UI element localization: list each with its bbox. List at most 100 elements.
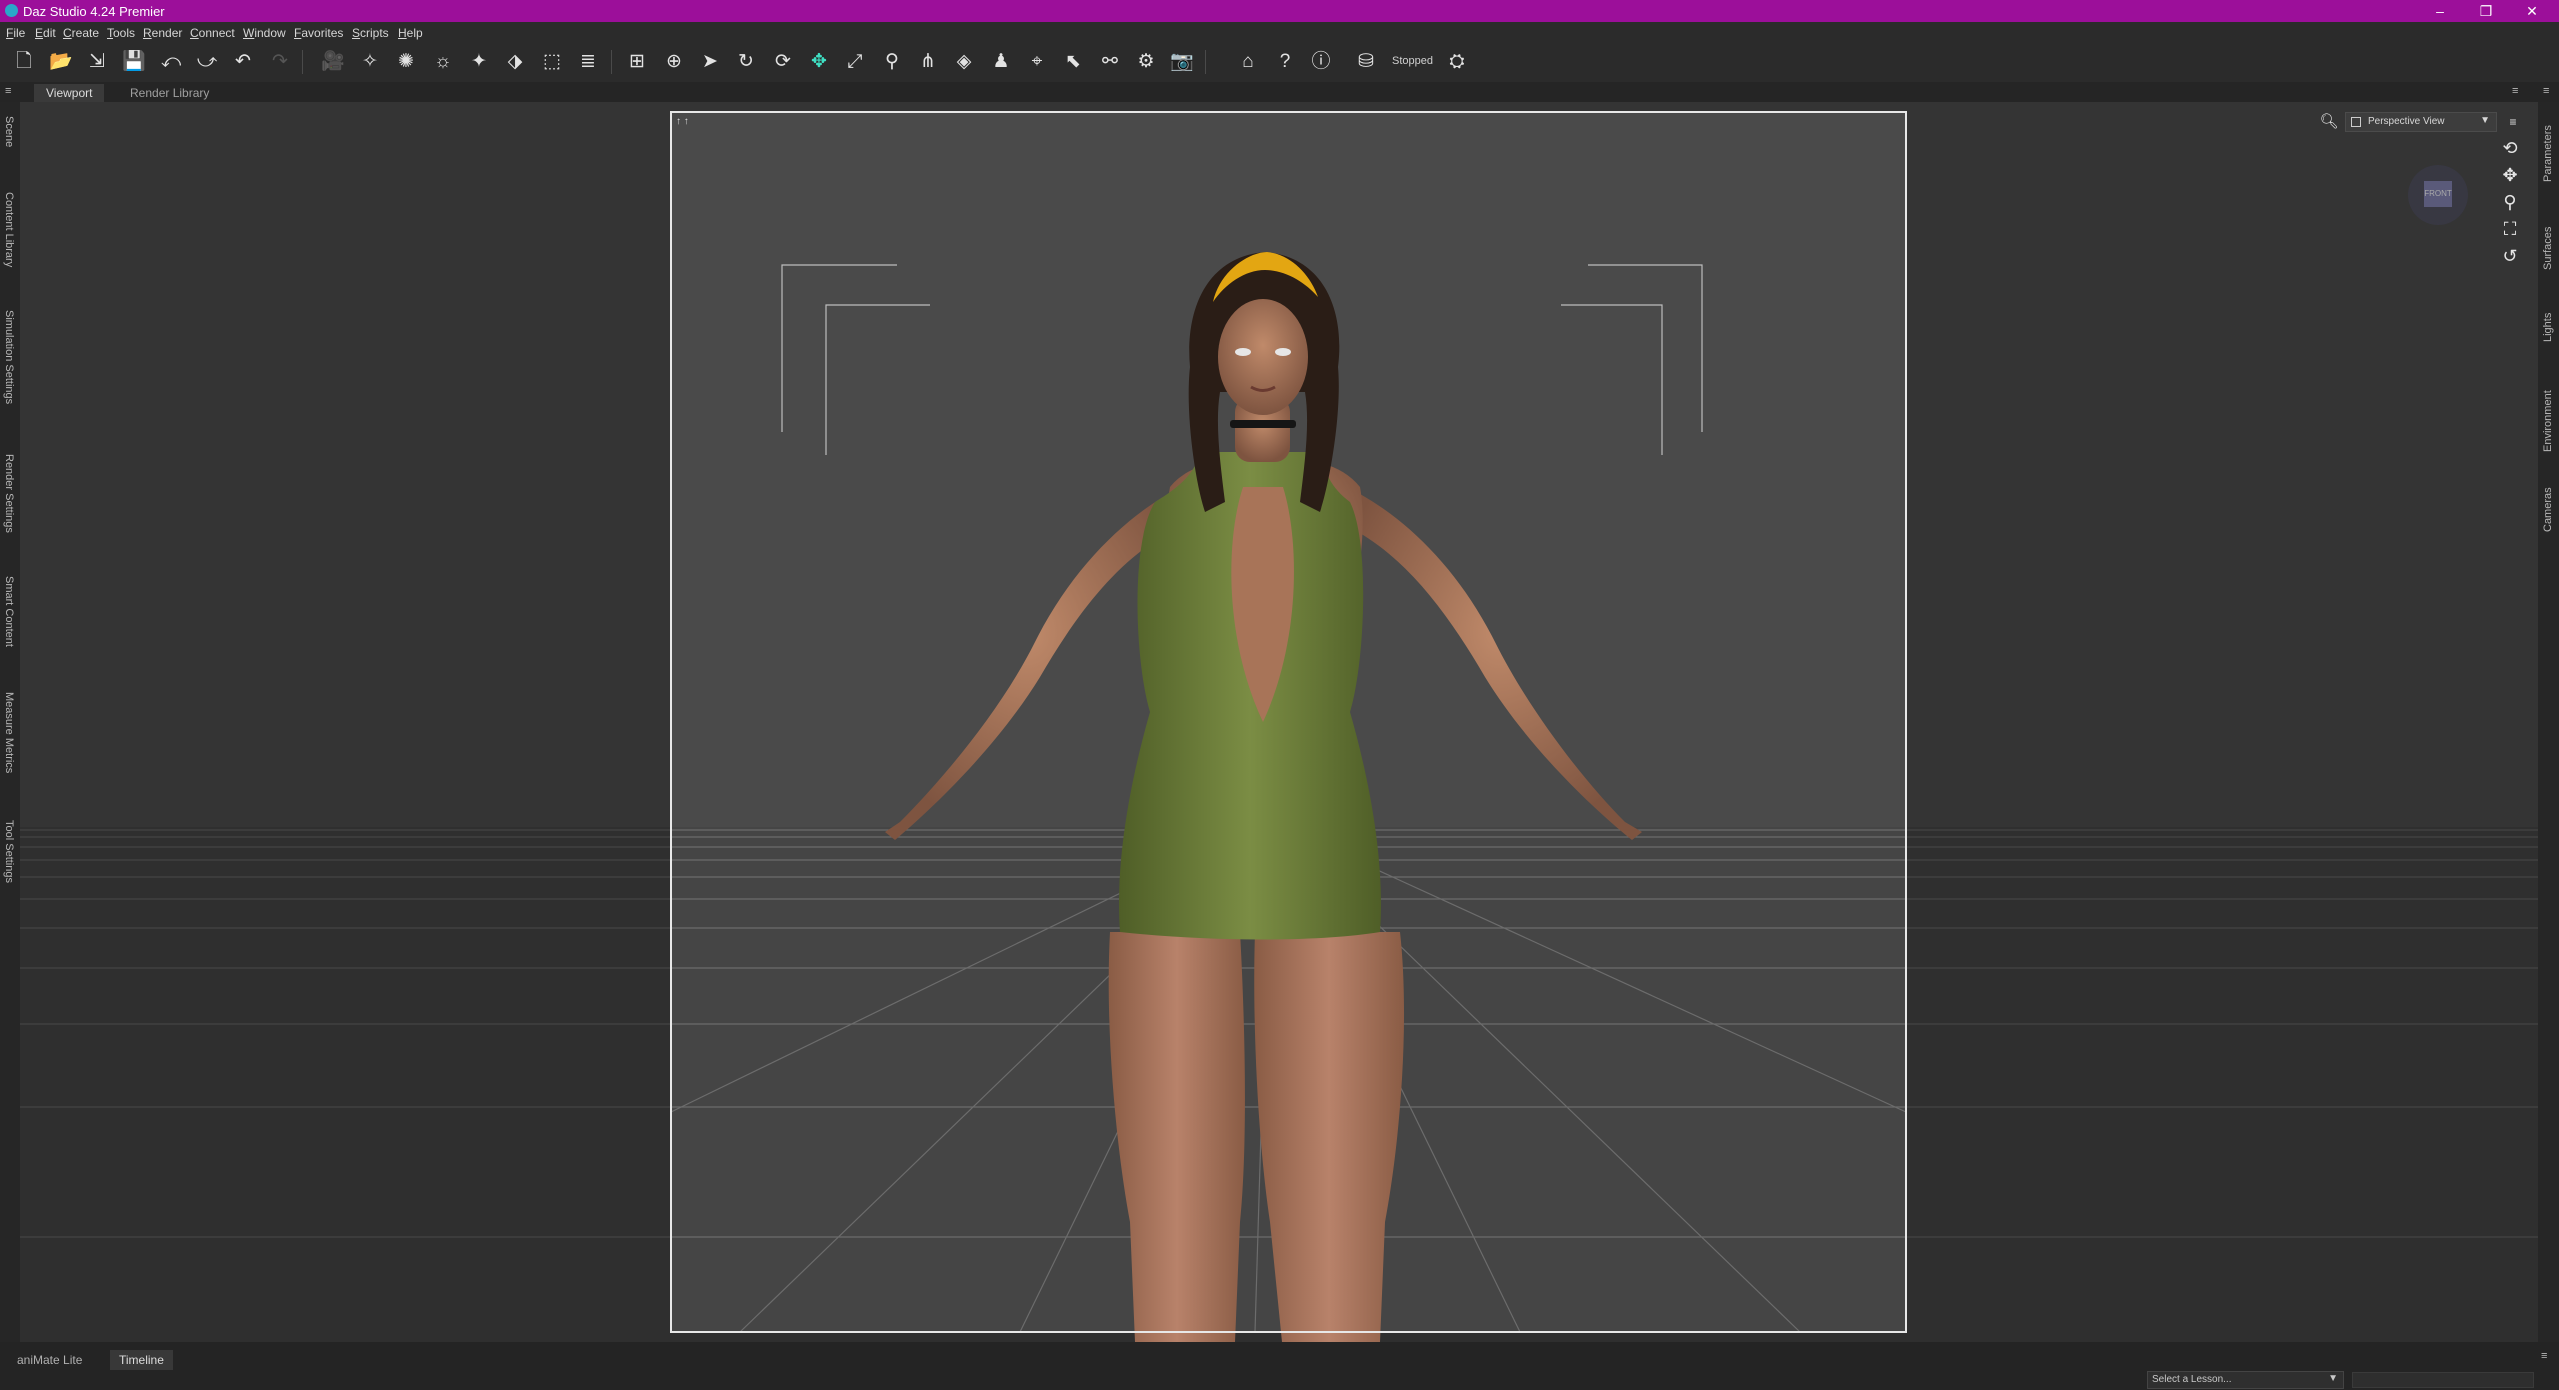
reset-view-icon[interactable]: ↺ xyxy=(2498,244,2522,268)
tab-animate-lite[interactable]: aniMate Lite xyxy=(8,1350,91,1370)
dock-tab-environment[interactable]: Environment xyxy=(2542,390,2554,452)
dock-tab-parameters[interactable]: Parameters xyxy=(2542,125,2554,182)
dock-tab-content-library[interactable]: Content Library xyxy=(3,192,15,267)
close-button[interactable]: ✕ xyxy=(2509,0,2555,22)
distant-light-icon[interactable]: ☼ xyxy=(430,49,456,75)
frame-icon[interactable]: ⛶ xyxy=(2498,217,2522,241)
menu-connect[interactable]: Connect xyxy=(190,26,235,40)
render-icon[interactable]: 📷 xyxy=(1169,49,1195,75)
dock-tab-tool-settings[interactable]: Tool Settings xyxy=(3,820,15,883)
import-icon[interactable]: ⤺ xyxy=(158,49,184,75)
geometry-selection-icon[interactable]: ⬉ xyxy=(1060,49,1086,75)
create-camera-icon[interactable]: 🎥 xyxy=(320,49,346,75)
dock-tab-cameras[interactable]: Cameras xyxy=(2542,487,2554,532)
lesson-select-label: Select a Lesson... xyxy=(2152,1374,2232,1385)
viewport-menu-icon[interactable]: ≡ xyxy=(2512,85,2518,97)
menu-bar: File Edit Create Tools Render Connect Wi… xyxy=(0,22,2559,42)
joint-editor-icon[interactable]: ⚲ xyxy=(879,49,905,75)
left-dock-menu-icon[interactable]: ≡ xyxy=(5,85,11,97)
zoom-icon[interactable]: ⚲ xyxy=(2498,190,2522,214)
new-scene-icon[interactable]: 🗋 xyxy=(11,49,37,75)
redo-icon[interactable]: ↷ xyxy=(267,49,293,75)
translate-icon[interactable]: ✥ xyxy=(806,49,832,75)
iray-server-icon[interactable]: ⛁ xyxy=(1353,49,1379,75)
undo-icon[interactable]: ↶ xyxy=(230,49,256,75)
title-bar: Daz Studio 4.24 Premier – ❐ ✕ xyxy=(0,0,2559,22)
menu-tools[interactable]: Tools xyxy=(107,26,135,40)
chevron-down-icon: ▼ xyxy=(2480,115,2490,126)
iray-status-icon[interactable]: ⛭ xyxy=(1444,49,1470,75)
restore-button[interactable]: ❐ xyxy=(2463,0,2509,22)
spotlight-icon[interactable]: ✧ xyxy=(357,49,383,75)
viewport-scene: ↑ ↑ xyxy=(20,111,2538,1342)
node-weight-icon[interactable]: ⚯ xyxy=(1097,49,1123,75)
twist-icon[interactable]: ⟳ xyxy=(770,49,796,75)
universal-tool-icon[interactable]: ⊕ xyxy=(661,49,687,75)
right-dock: Parameters Surfaces Lights Environment C… xyxy=(2538,102,2559,1342)
surface-selection-icon[interactable]: ◈ xyxy=(951,49,977,75)
bottom-dock-menu-icon[interactable]: ≡ xyxy=(2541,1350,2547,1362)
viewport-search-icon[interactable]: 🔍︎ xyxy=(2317,110,2341,134)
region-select-icon[interactable]: ⬚ xyxy=(539,49,565,75)
linear-light-icon[interactable]: ✦ xyxy=(466,49,492,75)
dock-tab-simulation-settings[interactable]: Simulation Settings xyxy=(3,310,15,404)
rotate-icon[interactable]: ↻ xyxy=(733,49,759,75)
tab-viewport[interactable]: Viewport xyxy=(34,84,105,102)
camera-tool-icon[interactable]: ⌖ xyxy=(1024,49,1050,75)
window-title: Daz Studio 4.24 Premier xyxy=(23,4,165,19)
view-grid-icon xyxy=(2351,117,2361,127)
dock-tab-surfaces[interactable]: Surfaces xyxy=(2542,227,2554,270)
minimize-button[interactable]: – xyxy=(2417,0,2463,22)
3d-viewport[interactable]: ↑ ↑ xyxy=(20,102,2538,1342)
point-light-icon[interactable]: ✺ xyxy=(393,49,419,75)
help-icon[interactable]: ⓘ xyxy=(1308,49,1334,75)
menu-window[interactable]: Window xyxy=(243,26,286,40)
whats-this-icon[interactable]: ? xyxy=(1272,49,1298,75)
pan-icon[interactable]: ✥ xyxy=(2498,163,2522,187)
orbit-icon[interactable]: ⟲ xyxy=(2498,136,2522,160)
scale-icon[interactable]: ⤢ xyxy=(842,49,868,75)
tab-timeline[interactable]: Timeline xyxy=(110,1350,173,1370)
viewport-options-icon[interactable]: ≡ xyxy=(2501,110,2525,134)
main-toolbar: 🗋 📂 ⇲ 💾 ⤺ ⤻ ↶ ↷ 🎥 ✧ ✺ ☼ ✦ ⬗ ⬚ ≣ ⊞ ⊕ ➤ ↻ … xyxy=(0,42,2559,82)
lesson-navigation[interactable] xyxy=(2352,1372,2534,1388)
save-icon[interactable]: 💾 xyxy=(121,49,147,75)
render-status: Stopped xyxy=(1392,55,1433,67)
align-icon[interactable]: ≣ xyxy=(575,49,601,75)
menu-file[interactable]: File xyxy=(6,26,25,40)
dock-tab-render-settings[interactable]: Render Settings xyxy=(3,454,15,533)
dock-tab-measure-metrics[interactable]: Measure Metrics xyxy=(3,692,15,773)
right-dock-menu-icon[interactable]: ≡ xyxy=(2543,85,2549,97)
figure-tool-icon[interactable]: ♟ xyxy=(988,49,1014,75)
viewport-tab-row: ≡ Viewport Render Library ≡ ≡ xyxy=(0,82,2559,102)
menu-edit[interactable]: Edit xyxy=(35,26,56,40)
pointer-icon[interactable]: ➤ xyxy=(697,49,723,75)
face xyxy=(1218,299,1308,415)
daz-app-icon xyxy=(5,4,18,17)
open-icon[interactable]: 📂 xyxy=(48,49,74,75)
menu-help[interactable]: Help xyxy=(398,26,423,40)
home-icon[interactable]: ⌂ xyxy=(1235,49,1261,75)
toolbar-separator xyxy=(611,50,612,74)
view-cube-front: FRONT xyxy=(2424,181,2452,207)
dock-tab-scene[interactable]: Scene xyxy=(3,116,15,147)
menu-render[interactable]: Render xyxy=(143,26,182,40)
property-hierarchy-icon[interactable]: ⚙ xyxy=(1133,49,1159,75)
dock-tab-lights[interactable]: Lights xyxy=(2542,313,2554,342)
menu-favorites[interactable]: Favorites xyxy=(294,26,343,40)
camera-select[interactable]: Perspective View ▼ xyxy=(2345,112,2497,132)
toolbar-separator xyxy=(302,50,303,74)
menu-create[interactable]: Create xyxy=(63,26,99,40)
view-cube[interactable]: FRONT xyxy=(2408,165,2468,225)
export-icon[interactable]: ⤻ xyxy=(194,49,220,75)
dock-tab-smart-content[interactable]: Smart Content xyxy=(3,576,15,647)
active-pose-icon[interactable]: ⋔ xyxy=(915,49,941,75)
menu-scripts[interactable]: Scripts xyxy=(352,26,389,40)
merge-icon[interactable]: ⇲ xyxy=(84,49,110,75)
tab-render-library[interactable]: Render Library xyxy=(118,84,221,102)
frame-marker: ↑ ↑ xyxy=(676,116,689,127)
geometry-edit-icon[interactable]: ⬗ xyxy=(502,49,528,75)
node-select-icon[interactable]: ⊞ xyxy=(624,49,650,75)
lesson-select[interactable]: Select a Lesson... ▼ xyxy=(2147,1371,2344,1389)
toolbar-separator xyxy=(1205,50,1206,74)
